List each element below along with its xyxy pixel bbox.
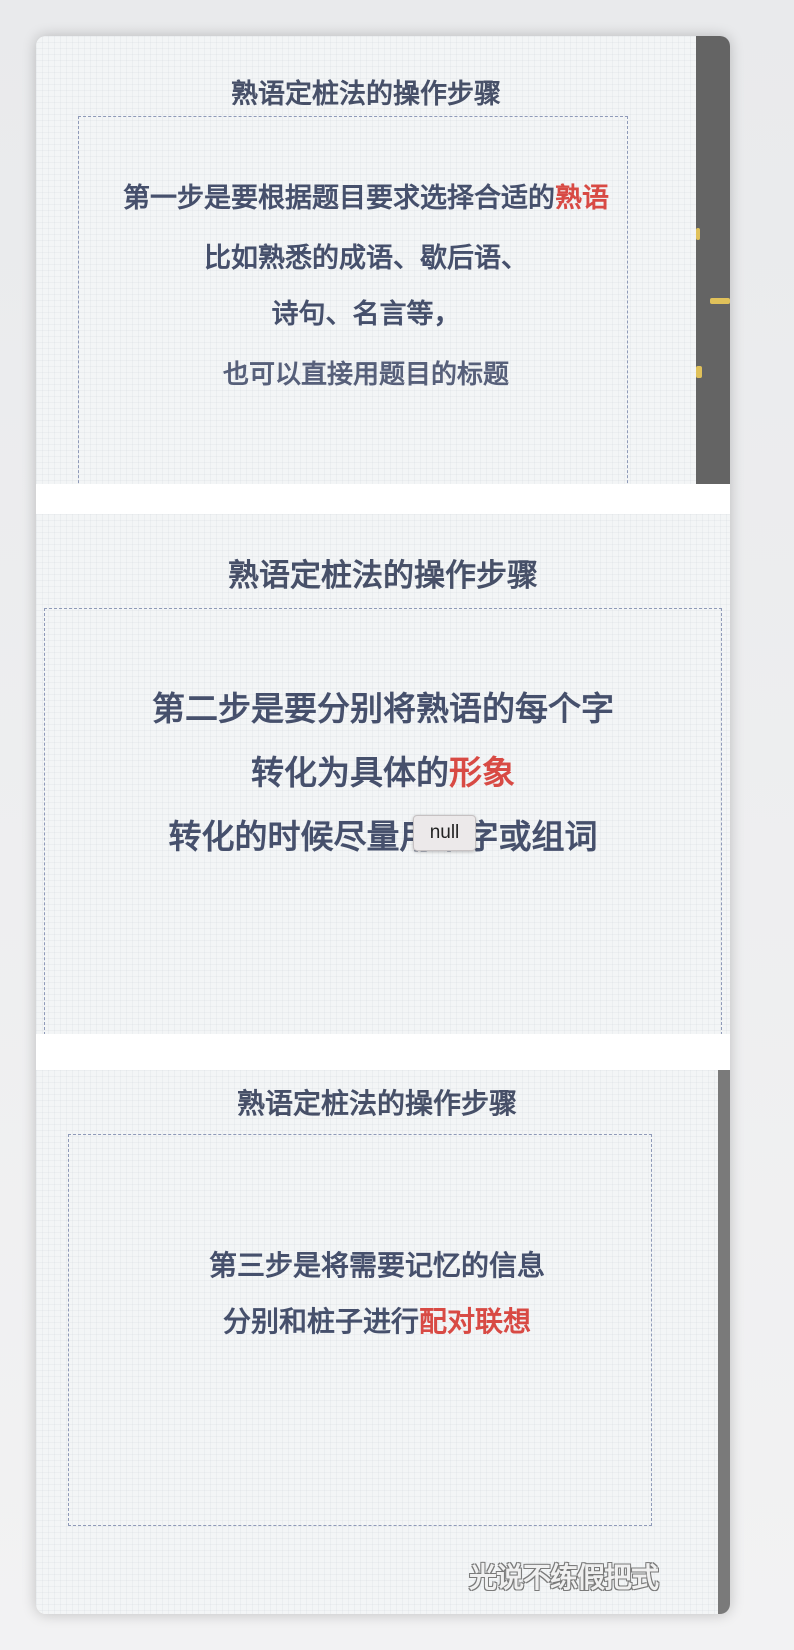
video-side-strip (696, 36, 730, 484)
text-line: 第二步是要分别将熟语的每个字 (152, 689, 614, 728)
text-line: 也可以直接用题目的标题 (222, 360, 509, 390)
yellow-mark (696, 228, 700, 240)
yellow-mark (696, 366, 702, 378)
text-line: 第一步是要根据题目要求选择合适的熟语 (123, 183, 609, 214)
slide-title: 熟语定桩法的操作步骤 (231, 79, 501, 110)
text-line: 转化为具体的形象 (251, 753, 515, 792)
slide-step-three: 熟语定桩法的操作步骤 第三步是将需要记忆的信息 分别和桩子进行配对联想 光说不练… (36, 1070, 730, 1614)
yellow-mark (710, 298, 730, 304)
slide-title: 熟语定桩法的操作步骤 (228, 558, 538, 594)
text-line: 转化的时候尽量用本字或组词 (168, 817, 598, 856)
text-line: 诗句、名言等， (271, 299, 461, 330)
slide-title: 熟语定桩法的操作步骤 (236, 1087, 517, 1120)
text-line: 比如熟悉的成语、歇后语、 (204, 243, 528, 274)
image-card: 熟语定桩法的操作步骤 第一步是要根据题目要求选择合适的熟语 比如熟悉的成语、歇后… (36, 36, 730, 1614)
slide-step-two: 熟语定桩法的操作步骤 第二步是要分别将熟语的每个字 转化为具体的形象 转化的时候… (36, 514, 730, 1034)
null-tooltip: null (413, 815, 476, 851)
watermark-caption: 光说不练假把式 (468, 1561, 659, 1594)
video-side-strip (718, 1070, 730, 1614)
slide-step-one: 熟语定桩法的操作步骤 第一步是要根据题目要求选择合适的熟语 比如熟悉的成语、歇后… (36, 36, 730, 484)
text-line: 第三步是将需要记忆的信息 (208, 1249, 545, 1282)
text-line: 分别和桩子进行配对联想 (222, 1305, 532, 1338)
